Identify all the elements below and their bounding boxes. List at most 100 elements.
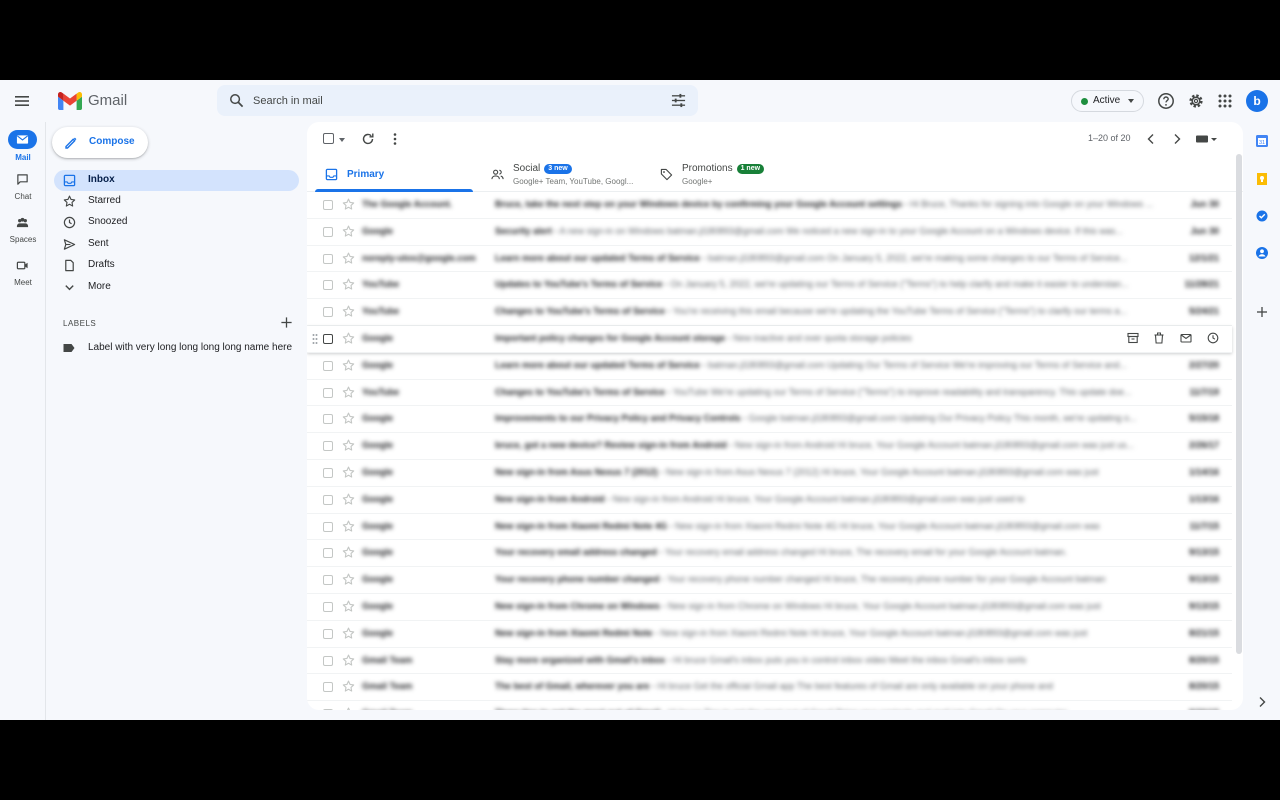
select-options-caret[interactable] <box>339 138 345 142</box>
email-row[interactable]: Gmail Team The best of Gmail, wherever yo… <box>307 674 1232 702</box>
email-row[interactable]: noreply-utos@google.com Learn more about … <box>307 246 1232 273</box>
email-row[interactable]: YouTube Updates to YouTube's Terms of Ser… <box>307 272 1232 300</box>
email-row[interactable]: Google Your recovery phone number changed… <box>307 567 1232 594</box>
row-checkbox[interactable] <box>323 628 333 639</box>
calendar-icon[interactable]: 31 <box>1255 134 1269 148</box>
nav-item-snoozed[interactable]: Snoozed <box>54 212 299 233</box>
email-row[interactable]: Google New sign-in from Xiaomi Redmi Note… <box>307 621 1232 648</box>
row-checkbox[interactable] <box>323 682 333 693</box>
nav-item-sent[interactable]: Sent <box>54 234 299 255</box>
star-icon[interactable] <box>342 546 355 559</box>
nav-item-inbox[interactable]: Inbox <box>54 170 299 191</box>
star-icon[interactable] <box>342 680 355 693</box>
nav-item-starred[interactable]: Starred <box>54 191 299 212</box>
row-checkbox[interactable] <box>323 655 333 666</box>
label-item[interactable]: Label with very long long long long name… <box>54 338 299 359</box>
row-checkbox[interactable] <box>323 253 333 264</box>
help-icon[interactable] <box>1157 92 1175 110</box>
tab-primary[interactable]: Primary <box>315 156 481 192</box>
email-row[interactable]: Google Important policy changes for Googl… <box>307 325 1232 353</box>
compose-button[interactable]: Compose <box>52 127 148 158</box>
star-icon[interactable] <box>342 600 355 613</box>
star-icon[interactable] <box>342 225 355 238</box>
email-row[interactable]: The Google Account. Bruce, take the next … <box>307 192 1232 219</box>
row-checkbox[interactable] <box>323 548 333 559</box>
rail-item-meet[interactable]: Meet <box>0 255 46 291</box>
archive-icon[interactable] <box>1127 332 1139 344</box>
mail-list-scrollbar[interactable] <box>1236 154 1242 654</box>
row-checkbox[interactable] <box>323 200 333 210</box>
star-icon[interactable] <box>342 359 355 372</box>
star-icon[interactable] <box>342 493 355 506</box>
search-input[interactable] <box>253 91 653 111</box>
star-icon[interactable] <box>342 198 355 211</box>
status-selector[interactable]: Active <box>1071 90 1144 112</box>
row-checkbox[interactable] <box>323 521 333 532</box>
nav-item-more[interactable]: More <box>54 277 299 298</box>
star-icon[interactable] <box>342 573 355 586</box>
row-checkbox[interactable] <box>323 226 333 237</box>
add-label-icon[interactable] <box>280 316 293 329</box>
row-checkbox[interactable] <box>323 601 333 612</box>
search-icon[interactable] <box>229 93 244 108</box>
refresh-icon[interactable] <box>361 132 375 146</box>
email-row[interactable]: Gmail Team Three tips to get the most out… <box>307 701 1232 710</box>
input-tools-keyboard-icon[interactable] <box>1195 132 1219 146</box>
email-row[interactable]: Google Your recovery email address change… <box>307 540 1232 568</box>
keep-icon[interactable] <box>1255 172 1269 186</box>
row-checkbox[interactable] <box>323 414 333 425</box>
email-row[interactable]: YouTube Changes to YouTube's Terms of Ser… <box>307 299 1232 326</box>
row-checkbox[interactable] <box>323 387 333 398</box>
search-bar[interactable] <box>217 85 698 116</box>
row-checkbox[interactable] <box>323 575 333 586</box>
email-row[interactable]: Google bruce, got a new device? Review si… <box>307 433 1232 460</box>
rail-item-chat[interactable]: Chat <box>0 169 46 205</box>
snooze-clock-icon[interactable] <box>1207 332 1219 344</box>
row-checkbox[interactable] <box>323 467 333 478</box>
email-row[interactable]: Google New sign-in from Xiaomi Redmi Note… <box>307 514 1232 541</box>
email-row[interactable]: Gmail Team Stay more organized with Gmail… <box>307 648 1232 675</box>
google-apps-icon[interactable] <box>1216 92 1234 110</box>
search-options-icon[interactable] <box>671 93 686 108</box>
email-row[interactable]: Google New sign-in from Asus Nexus 7 (201… <box>307 460 1232 487</box>
delete-icon[interactable] <box>1153 332 1165 344</box>
star-icon[interactable] <box>342 386 355 399</box>
star-icon[interactable] <box>342 654 355 667</box>
star-icon[interactable] <box>342 332 355 345</box>
add-addon-icon[interactable] <box>1255 305 1269 319</box>
row-checkbox[interactable] <box>323 709 333 710</box>
email-row[interactable]: Google Learn more about our updated Terms… <box>307 353 1232 380</box>
contacts-icon[interactable] <box>1255 246 1269 260</box>
star-icon[interactable] <box>342 627 355 640</box>
star-icon[interactable] <box>342 305 355 318</box>
nav-item-drafts[interactable]: Drafts <box>54 255 299 276</box>
row-checkbox[interactable] <box>323 360 333 371</box>
drag-handle-icon[interactable] <box>312 333 318 345</box>
star-icon[interactable] <box>342 439 355 452</box>
mark-as-read-icon[interactable] <box>1180 332 1192 344</box>
chevron-left-icon[interactable] <box>1144 132 1158 146</box>
settings-gear-icon[interactable] <box>1187 92 1205 110</box>
email-row[interactable]: Google New sign-in from Chrome on Windows… <box>307 594 1232 621</box>
star-icon[interactable] <box>342 278 355 291</box>
rail-item-mail[interactable]: Mail <box>0 126 46 162</box>
email-row[interactable]: Google New sign-in from Android - New sig… <box>307 487 1232 514</box>
star-icon[interactable] <box>342 520 355 533</box>
gmail-logo-icon[interactable] <box>58 92 82 110</box>
tasks-icon[interactable] <box>1255 209 1269 223</box>
email-row[interactable]: Google Security alert - A new sign-in on … <box>307 219 1232 246</box>
row-checkbox[interactable] <box>323 494 333 505</box>
email-row[interactable]: Google Improvements to our Privacy Policy… <box>307 406 1232 434</box>
chevron-right-icon[interactable] <box>1170 132 1184 146</box>
tab-social[interactable]: Social 3 new Google+ Team, YouTube, Googl… <box>481 156 649 192</box>
email-row[interactable]: YouTube Changes to YouTube's Terms of Ser… <box>307 380 1232 407</box>
row-checkbox[interactable] <box>323 333 333 344</box>
rail-item-spaces[interactable]: Spaces <box>0 212 46 248</box>
row-checkbox[interactable] <box>323 307 333 318</box>
select-all-checkbox[interactable] <box>323 133 334 144</box>
star-icon[interactable] <box>342 252 355 265</box>
more-options-icon[interactable] <box>388 132 402 146</box>
row-checkbox[interactable] <box>323 441 333 452</box>
account-avatar[interactable]: b <box>1246 90 1268 112</box>
star-icon[interactable] <box>342 707 355 710</box>
